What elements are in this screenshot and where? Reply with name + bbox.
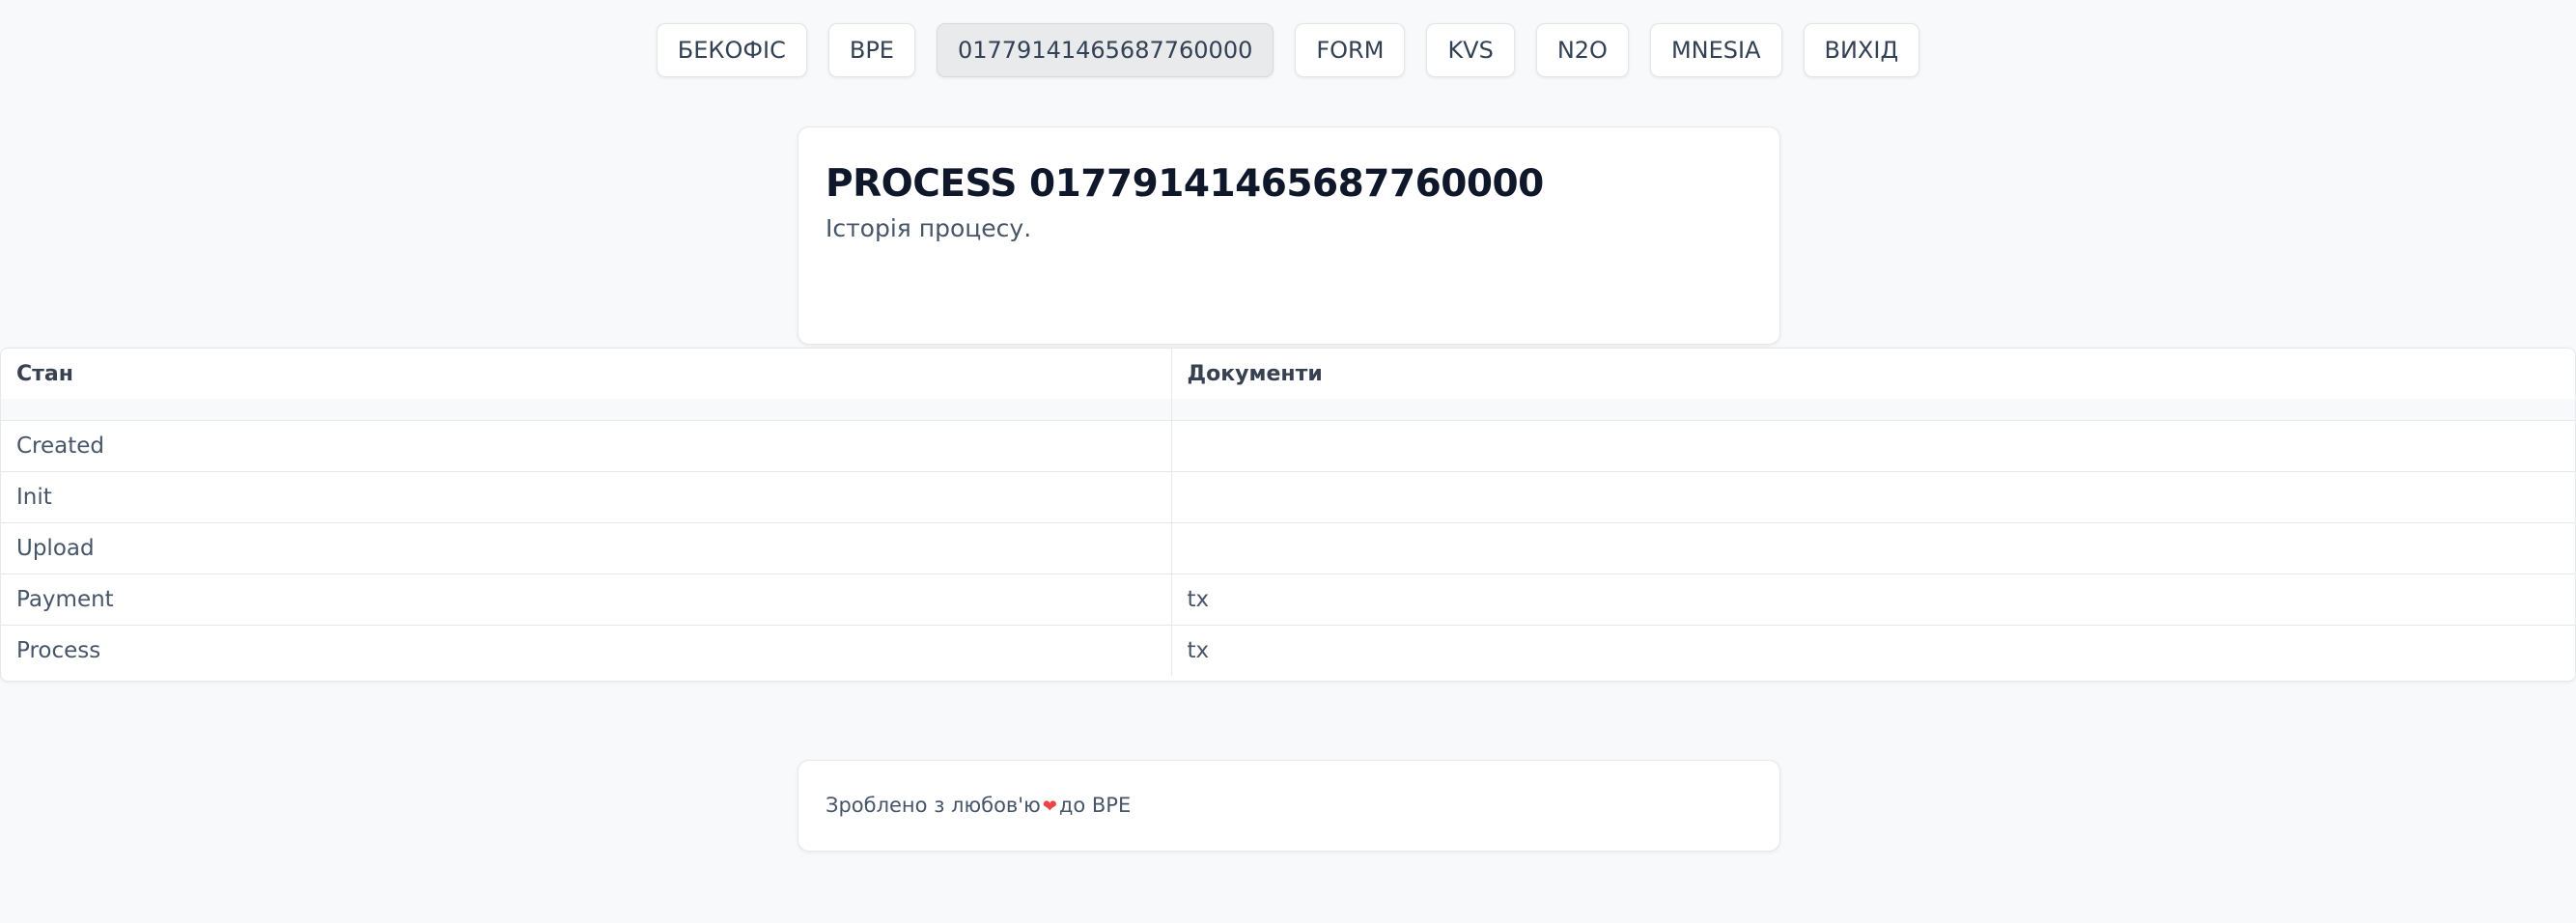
- page-title: PROCESS 01779141465687760000: [826, 162, 1544, 206]
- state-cell: Init: [1, 471, 1172, 523]
- top-nav: БЕКОФІС BPE 01779141465687760000 FORM KV…: [0, 23, 2576, 79]
- nav-process-id-button[interactable]: 01779141465687760000: [936, 23, 1274, 77]
- documents-cell: [1171, 420, 2575, 472]
- nav-bpe-button[interactable]: BPE: [827, 23, 915, 77]
- table-header-row: Стан Документи: [1, 349, 2575, 399]
- state-cell: Created: [1, 420, 1172, 472]
- column-header-state: Стан: [1, 349, 1172, 399]
- nav-n2o-button[interactable]: N2O: [1535, 23, 1629, 77]
- footer-card: Зроблено з любов'ю ❤до BPE: [798, 760, 1780, 852]
- table-row: Init: [1, 471, 2575, 523]
- nav-form-button[interactable]: FORM: [1295, 23, 1406, 77]
- nav-mnesia-button[interactable]: MNESIA: [1649, 23, 1782, 77]
- footer-text-before: Зроблено з любов'ю: [826, 794, 1041, 817]
- table-row: Upload: [1, 522, 2575, 574]
- nav-kvs-button[interactable]: KVS: [1426, 23, 1515, 77]
- documents-cell: [1171, 522, 2575, 574]
- table-row: Created: [1, 420, 2575, 472]
- nav-backoffice-button[interactable]: БЕКОФІС: [656, 23, 807, 77]
- documents-cell: tx: [1171, 573, 2575, 626]
- state-cell: Process: [1, 625, 1172, 676]
- process-history-table: Стан Документи Created Init Upload Payme…: [0, 348, 2576, 682]
- state-cell: Payment: [1, 573, 1172, 626]
- page-subtitle: Історія процесу.: [826, 214, 1032, 242]
- table-row: Process tx: [1, 625, 2575, 676]
- footer-text-after: до BPE: [1058, 794, 1132, 817]
- table-row: Payment tx: [1, 573, 2575, 626]
- state-cell: Upload: [1, 522, 1172, 574]
- documents-cell: tx: [1187, 637, 1210, 663]
- footer-credit: Зроблено з любов'ю ❤до BPE: [826, 794, 1131, 817]
- column-header-documents: Документи: [1171, 349, 2575, 399]
- table-spacer-row: [1, 399, 2575, 421]
- heart-icon: ❤: [1042, 797, 1057, 817]
- process-header-card: PROCESS 01779141465687760000 Історія про…: [798, 126, 1780, 345]
- nav-exit-button[interactable]: ВИХІД: [1803, 23, 1920, 77]
- documents-cell: [1171, 471, 2575, 523]
